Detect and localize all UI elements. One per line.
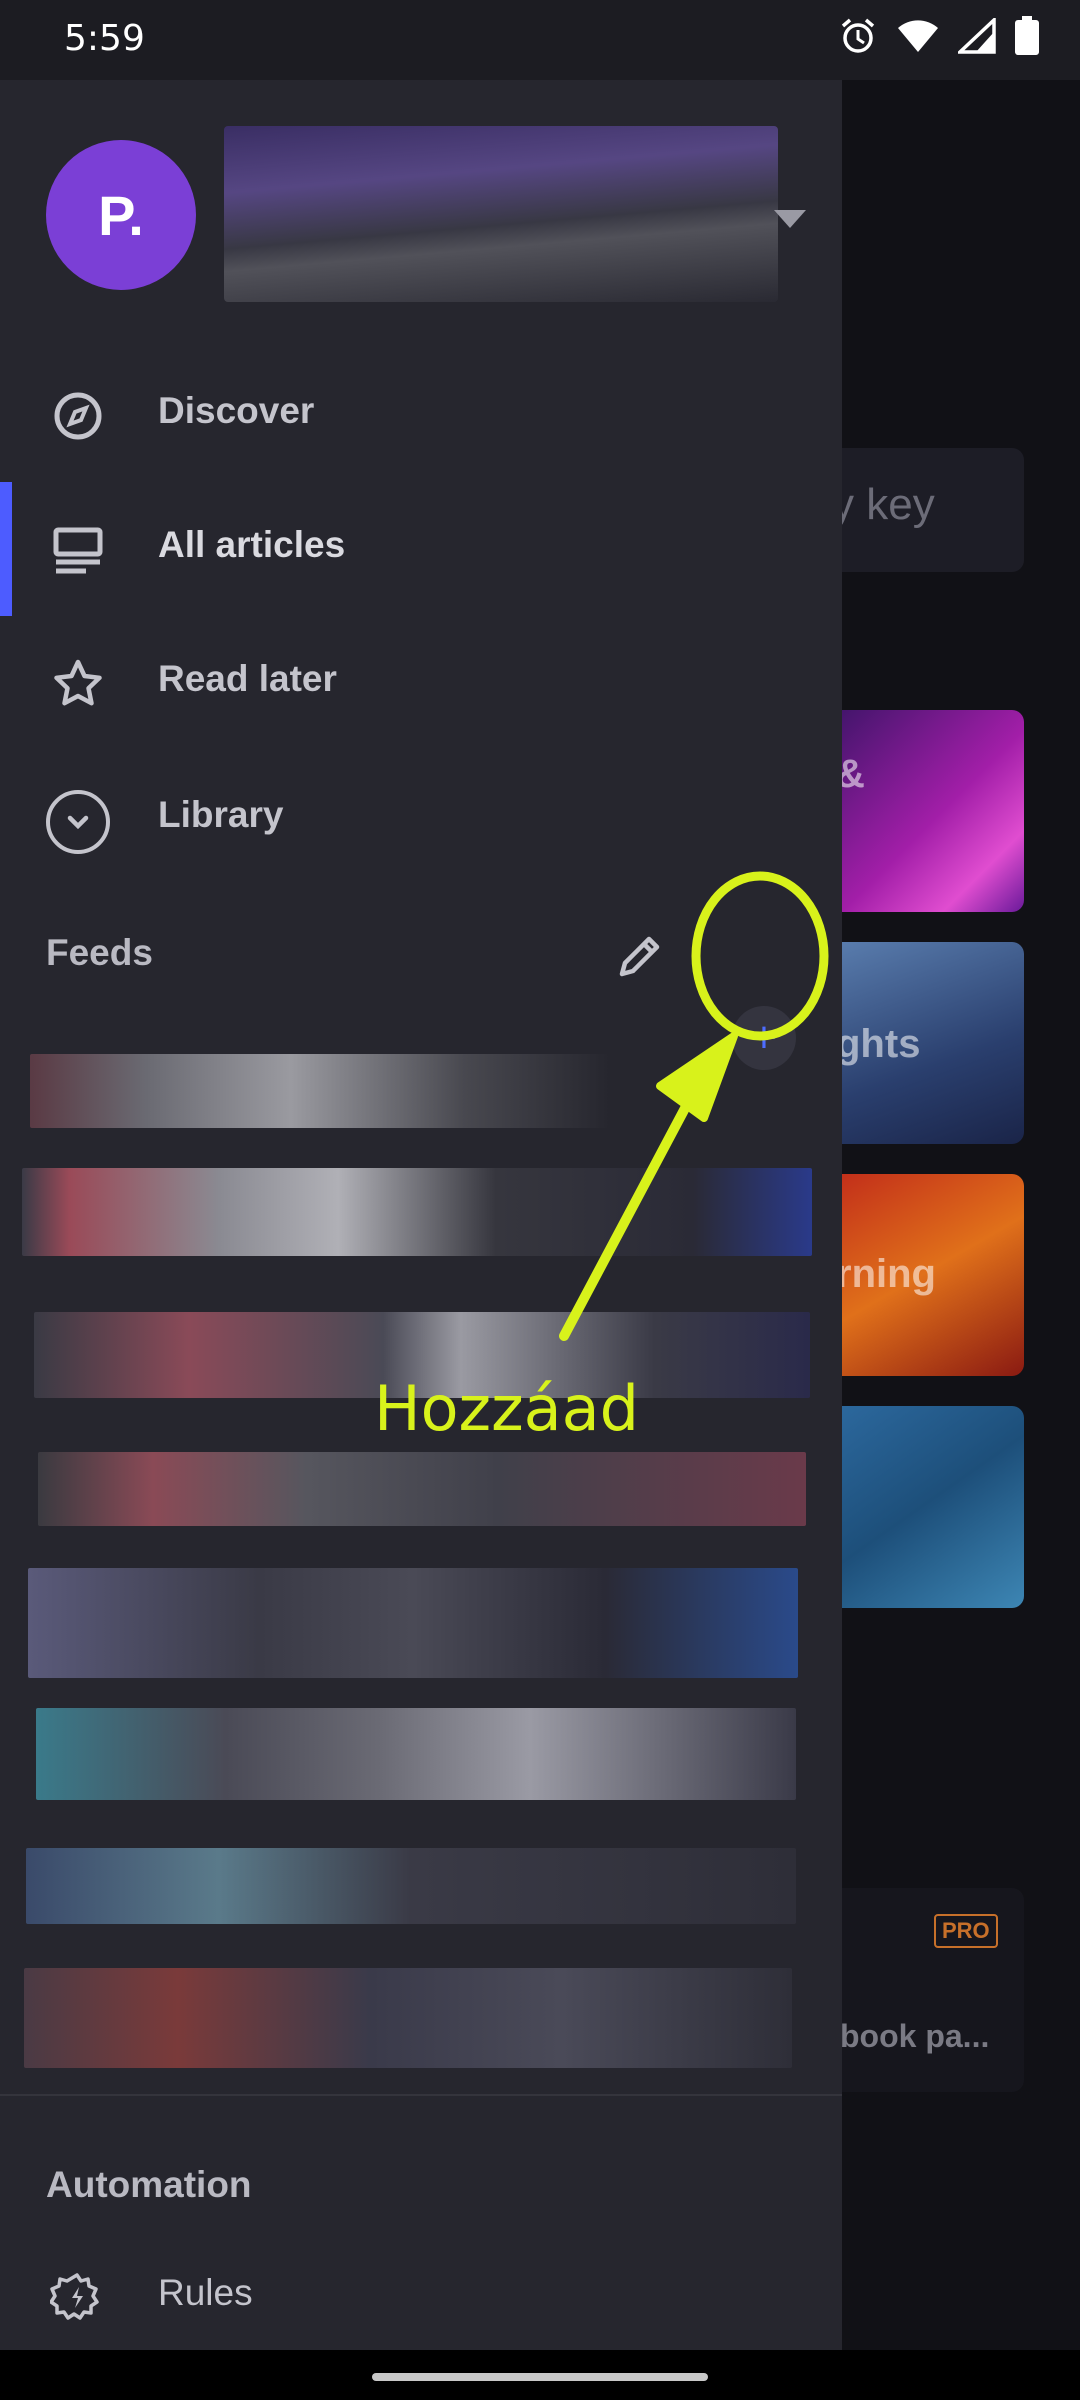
drawer-divider: [0, 2094, 842, 2096]
nav-item-discover[interactable]: Discover: [0, 348, 842, 482]
nav-item-read-later[interactable]: Read later: [0, 616, 842, 750]
wifi-icon: [896, 18, 940, 59]
feed-item[interactable]: [30, 1054, 610, 1128]
battery-icon: [1014, 16, 1040, 61]
articles-icon: [52, 524, 104, 576]
nav-label-rules: Rules: [158, 2272, 253, 2313]
background-card-5-text: book pa...: [840, 2018, 990, 2054]
avatar-initial: P.: [98, 183, 144, 247]
nav-label-library: Library: [158, 794, 284, 835]
pro-badge: PRO: [934, 1914, 998, 1948]
status-bar: 5:59: [0, 0, 1080, 80]
background-search-text: y key: [832, 480, 935, 529]
account-banner[interactable]: [224, 126, 778, 302]
account-dropdown-icon[interactable]: [774, 210, 806, 228]
pencil-icon[interactable]: [612, 928, 668, 984]
rules-gear-icon: [49, 2270, 102, 2322]
annotation-label: Hozzáad: [374, 1372, 639, 1445]
feed-item[interactable]: [26, 1848, 796, 1924]
alarm-icon: [838, 16, 878, 61]
nav-label-read-later: Read later: [158, 658, 337, 699]
automation-title: Automation: [46, 2164, 252, 2205]
active-indicator: [0, 482, 12, 616]
gesture-handle[interactable]: [372, 2373, 708, 2381]
feed-item[interactable]: [22, 1168, 812, 1256]
nav-item-rules[interactable]: Rules: [0, 2230, 842, 2350]
nav-label-discover: Discover: [158, 390, 315, 431]
feeds-title: Feeds: [46, 932, 153, 973]
background-card-4: [820, 1406, 1024, 1608]
nav-item-library[interactable]: Library: [0, 752, 842, 886]
nav-label-all-articles: All articles: [158, 524, 346, 565]
navigation-drawer: P. Discover All articles Read later Libr…: [0, 80, 842, 2350]
plus-icon: +: [751, 1013, 777, 1062]
feed-item[interactable]: [38, 1452, 806, 1526]
chevron-down-circle-icon: [44, 788, 112, 856]
background-card-2-text: ghts: [836, 1022, 921, 1066]
add-feed-button[interactable]: +: [732, 1006, 796, 1070]
signal-icon: [955, 15, 996, 59]
star-icon: [52, 658, 104, 710]
background-card-3-text: rning: [836, 1252, 936, 1296]
background-card-1: [820, 710, 1024, 912]
status-time: 5:59: [64, 18, 145, 59]
feed-item[interactable]: [36, 1708, 796, 1800]
avatar[interactable]: P.: [46, 140, 196, 290]
compass-icon: [52, 390, 104, 442]
feed-item[interactable]: [28, 1568, 798, 1678]
nav-item-all-articles[interactable]: All articles: [0, 482, 842, 616]
feed-item[interactable]: [24, 1968, 792, 2068]
